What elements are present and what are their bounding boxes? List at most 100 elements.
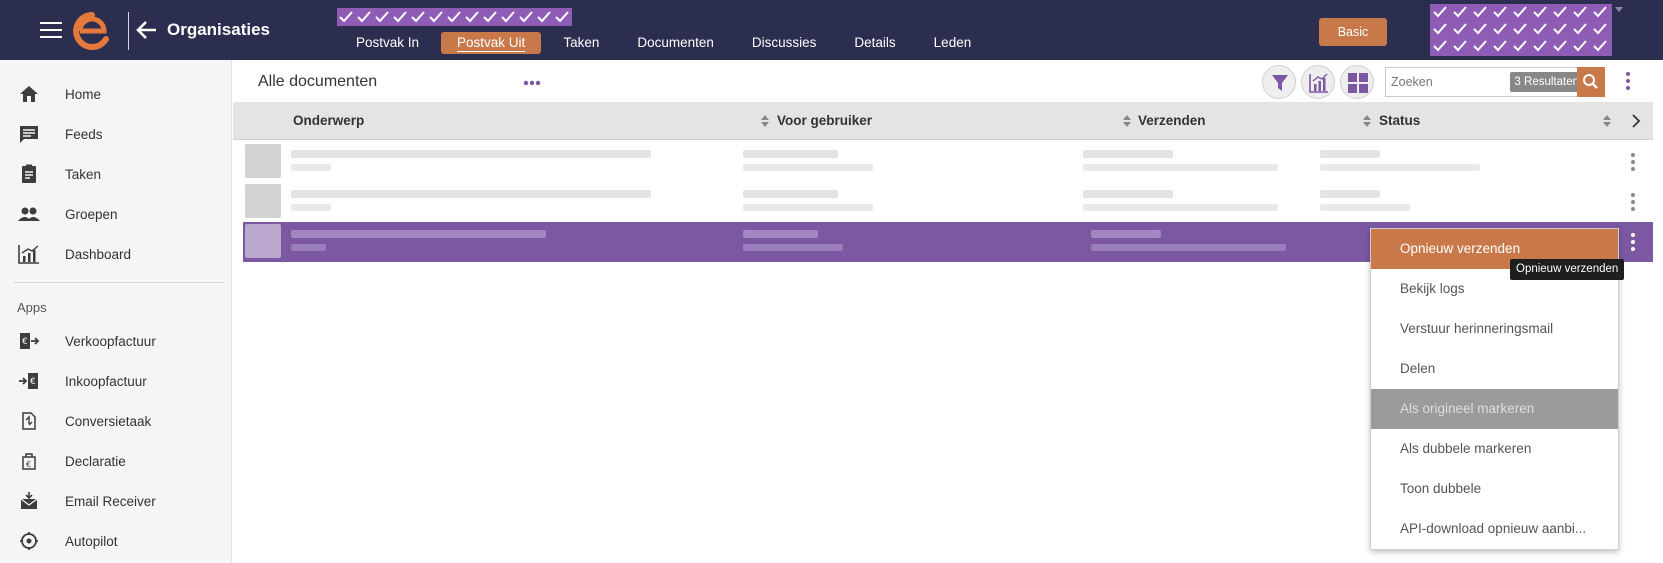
logo-divider xyxy=(128,12,129,50)
user-avatar[interactable] xyxy=(1430,4,1612,56)
page-title: Organisaties xyxy=(167,20,270,39)
sort-icon[interactable] xyxy=(1123,115,1131,127)
sales-invoice-icon: € xyxy=(20,333,40,349)
grid-view-button[interactable] xyxy=(1340,65,1374,99)
menu-item-mark-duplicate[interactable]: Als dubbele markeren xyxy=(1371,429,1618,469)
more-horizontal-icon[interactable] xyxy=(523,80,541,86)
sidebar-item-autopilot[interactable]: Autopilot xyxy=(0,522,232,560)
group-icon xyxy=(18,207,40,221)
redacted-text xyxy=(1320,164,1480,171)
sort-icon[interactable] xyxy=(761,115,769,127)
search-input[interactable] xyxy=(1391,72,1496,92)
purchase-invoice-icon: € xyxy=(19,373,38,389)
filter-button[interactable] xyxy=(1262,65,1296,99)
sidebar-divider xyxy=(14,282,224,283)
sidebar-item-label: Home xyxy=(65,86,102,102)
svg-text:€: € xyxy=(26,460,31,469)
search-button[interactable] xyxy=(1577,67,1605,97)
redacted-text xyxy=(1320,204,1410,211)
tab-discussies[interactable]: Discussies xyxy=(736,32,833,54)
chevron-right-icon[interactable] xyxy=(1631,114,1641,128)
redacted-text xyxy=(1083,150,1173,158)
redacted-pattern xyxy=(337,8,572,26)
top-bar: Organisaties Postvak In Postvak Uit Take… xyxy=(0,0,1663,60)
tab-details[interactable]: Details xyxy=(838,32,911,54)
search-icon xyxy=(1583,74,1598,89)
chevron-down-icon[interactable] xyxy=(1614,6,1624,14)
menu-item-send-reminder[interactable]: Verstuur herinneringsmail xyxy=(1371,309,1618,349)
plan-basic-button[interactable]: Basic xyxy=(1319,18,1387,46)
filter-icon xyxy=(1272,75,1288,91)
more-vertical-icon[interactable] xyxy=(1626,72,1630,90)
redacted-text xyxy=(1091,244,1286,251)
sort-icon[interactable] xyxy=(1603,115,1611,127)
row-thumbnail xyxy=(245,224,281,258)
row-thumbnail xyxy=(245,184,281,218)
sidebar-item-label: Groepen xyxy=(65,206,118,222)
sidebar-item-taken[interactable]: Taken xyxy=(0,155,232,193)
results-count-badge: 3 Resultaten xyxy=(1510,72,1583,92)
sidebar-item-label: Declaratie xyxy=(65,453,126,469)
tab-postvak-uit[interactable]: Postvak Uit xyxy=(441,32,542,54)
column-verzenden[interactable]: Verzenden xyxy=(1138,113,1206,128)
sidebar-item-label: Autopilot xyxy=(65,533,118,549)
sidebar-item-label: Inkoopfactuur xyxy=(65,373,147,389)
sidebar-item-groepen[interactable]: Groepen xyxy=(0,195,232,233)
row-actions-icon[interactable] xyxy=(1631,193,1635,211)
sidebar-item-home[interactable]: Home xyxy=(0,75,232,113)
back-arrow-icon[interactable] xyxy=(136,20,158,40)
email-receiver-icon xyxy=(20,492,38,509)
table-row[interactable] xyxy=(243,142,1653,182)
row-actions-icon[interactable] xyxy=(1631,153,1635,171)
row-thumbnail xyxy=(245,144,281,178)
tab-taken[interactable]: Taken xyxy=(547,32,615,54)
chart-button[interactable] xyxy=(1301,65,1335,99)
menu-item-show-duplicates[interactable]: Toon dubbele xyxy=(1371,469,1618,509)
menu-item-share[interactable]: Delen xyxy=(1371,349,1618,389)
column-voor-gebruiker[interactable]: Voor gebruiker xyxy=(777,113,872,128)
tab-documenten[interactable]: Documenten xyxy=(621,32,730,54)
sidebar-item-label: Taken xyxy=(65,166,102,182)
chart-icon xyxy=(18,245,39,264)
tab-postvak-in[interactable]: Postvak In xyxy=(340,32,435,54)
sidebar-item-feeds[interactable]: Feeds xyxy=(0,115,232,153)
sidebar-item-verkoopfactuur[interactable]: € Verkoopfactuur xyxy=(0,322,232,360)
sidebar-item-declaratie[interactable]: € Declaratie xyxy=(0,442,232,480)
menu-icon[interactable] xyxy=(40,22,62,38)
documents-title: Alle documenten xyxy=(258,73,378,90)
menu-item-mark-original[interactable]: Als origineel markeren xyxy=(1371,389,1618,429)
conversion-icon xyxy=(22,412,36,430)
grid-icon xyxy=(1348,73,1368,93)
expense-icon: € xyxy=(22,453,36,470)
redacted-text xyxy=(291,150,651,158)
sidebar-item-dashboard[interactable]: Dashboard xyxy=(0,235,232,273)
chart-icon xyxy=(1309,73,1328,93)
table-header: Onderwerp Voor gebruiker Verzenden Statu… xyxy=(233,102,1653,140)
search-field: 3 Resultaten xyxy=(1385,67,1587,97)
table-row[interactable] xyxy=(243,182,1653,222)
app-logo[interactable] xyxy=(72,11,112,51)
svg-text:€: € xyxy=(22,337,28,347)
column-status[interactable]: Status xyxy=(1379,113,1420,128)
menu-item-api-download[interactable]: API-download opnieuw aanbi... xyxy=(1371,509,1618,549)
svg-text:€: € xyxy=(30,377,36,387)
sidebar-item-inkoopfactuur[interactable]: € Inkoopfactuur xyxy=(0,362,232,400)
redacted-text xyxy=(1320,150,1380,158)
sidebar-item-email-receiver[interactable]: Email Receiver xyxy=(0,482,232,520)
tab-leden[interactable]: Leden xyxy=(918,32,988,54)
row-actions-icon[interactable] xyxy=(1631,233,1635,251)
sidebar-item-conversietaak[interactable]: Conversietaak xyxy=(0,402,232,440)
home-icon xyxy=(20,86,38,102)
sort-icon[interactable] xyxy=(1363,115,1371,127)
redacted-text xyxy=(291,190,651,198)
redacted-text xyxy=(743,204,873,211)
redacted-text xyxy=(743,230,818,238)
clipboard-icon xyxy=(22,164,36,183)
sidebar-item-label: Conversietaak xyxy=(65,413,152,429)
tooltip: Opnieuw verzenden xyxy=(1510,259,1625,280)
sidebar: Home Feeds Taken Groepen Dashboard Apps … xyxy=(0,60,232,563)
redacted-text xyxy=(743,164,873,171)
sidebar-item-label: Email Receiver xyxy=(65,493,156,509)
column-onderwerp[interactable]: Onderwerp xyxy=(293,113,364,128)
sidebar-item-label: Feeds xyxy=(65,126,103,142)
